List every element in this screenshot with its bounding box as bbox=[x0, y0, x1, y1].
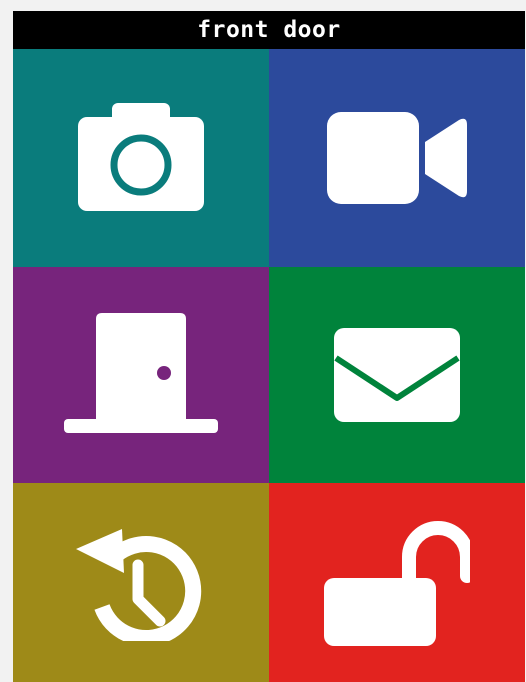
tile-history[interactable] bbox=[13, 483, 269, 682]
history-clock-icon bbox=[76, 528, 202, 641]
action-grid bbox=[13, 49, 525, 682]
tile-video[interactable] bbox=[269, 49, 525, 267]
door-icon bbox=[64, 313, 218, 433]
envelope-icon bbox=[334, 328, 460, 422]
page-title: front door bbox=[197, 17, 341, 43]
title-bar: front door bbox=[13, 11, 525, 49]
video-camera-icon bbox=[327, 112, 467, 204]
tile-messages[interactable] bbox=[269, 267, 525, 483]
app-window: front door bbox=[13, 11, 525, 682]
tile-door[interactable] bbox=[13, 267, 269, 483]
unlocked-padlock-icon bbox=[324, 520, 470, 646]
tile-snapshot[interactable] bbox=[13, 49, 269, 267]
camera-icon bbox=[78, 103, 204, 211]
tile-unlock[interactable] bbox=[269, 483, 525, 682]
